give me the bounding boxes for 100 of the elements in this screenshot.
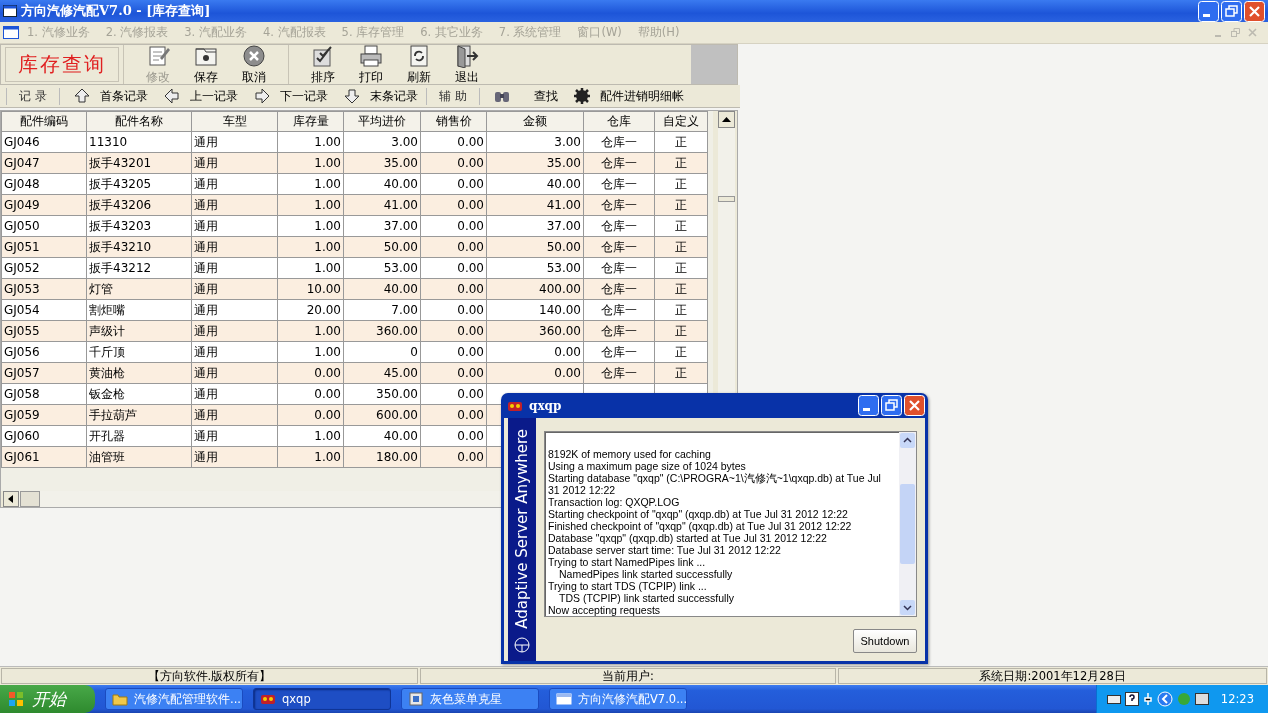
table-cell: 0.00 (457, 135, 484, 149)
scroll-up-icon[interactable] (718, 111, 735, 128)
table-cell: 仓库一 (601, 197, 637, 212)
table-cell: GJ048 (4, 177, 40, 191)
scroll-thumb[interactable] (718, 196, 735, 202)
gear-icon (573, 88, 590, 104)
table-cell: 通用 (194, 260, 218, 275)
taskbar-item[interactable]: qxqp (253, 688, 391, 710)
column-header[interactable]: 配件名称 (86, 111, 192, 132)
table-cell: 0.00 (457, 240, 484, 254)
scroll-up-icon[interactable] (899, 432, 916, 449)
table-cell: 1.00 (314, 177, 341, 191)
table-cell: 正 (675, 323, 687, 338)
table-cell: 通用 (194, 281, 218, 296)
edit-icon (146, 43, 170, 68)
table-cell: GJ051 (4, 240, 40, 254)
column-header[interactable]: 销售价 (420, 111, 487, 132)
table-cell: 1.00 (314, 429, 341, 443)
nav-button[interactable]: 末条记录 (335, 87, 426, 105)
table-cell: GJ054 (4, 303, 40, 317)
column-header[interactable]: 库存量 (277, 111, 344, 132)
table-cell: 0 (410, 345, 418, 359)
vertical-scrollbar[interactable] (899, 432, 916, 617)
minimize-icon[interactable] (858, 395, 879, 416)
table-cell: 正 (675, 302, 687, 317)
table-cell: 扳手43206 (89, 197, 152, 212)
toolbar-button[interactable]: 保存 (182, 45, 230, 84)
table-cell: 仓库一 (601, 344, 637, 359)
status-text: 【方向软件.版权所有】 (147, 668, 272, 684)
table-cell: 正 (675, 155, 687, 170)
scroll-thumb[interactable] (900, 484, 915, 565)
down-arrow-icon (343, 88, 360, 104)
table-cell: 0.00 (457, 303, 484, 317)
scroll-thumb[interactable] (20, 491, 40, 507)
plug-icon[interactable] (1142, 692, 1153, 706)
column-header[interactable]: 仓库 (583, 111, 655, 132)
log-line: Using a maximum page size of 1024 bytes (548, 460, 746, 472)
table-cell: GJ046 (4, 135, 40, 149)
nav-button[interactable]: 上一记录 (155, 87, 246, 105)
toolbar-button[interactable]: 打印 (347, 45, 395, 84)
table-cell: 40.00 (383, 282, 418, 296)
table-cell: 0.00 (457, 156, 484, 170)
minimize-icon[interactable] (1198, 0, 1219, 22)
table-cell: 仓库一 (601, 281, 637, 296)
table-cell: 仓库一 (601, 323, 637, 338)
scroll-left-icon[interactable] (3, 491, 19, 507)
column-header[interactable]: 配件编码 (1, 111, 87, 132)
table-cell: 通用 (194, 197, 218, 212)
taskbar-item[interactable]: 灰色菜单克星 (401, 688, 539, 710)
taskbar-item[interactable]: 方向汽修汽配V7.0... (549, 688, 687, 710)
column-header[interactable]: 车型 (191, 111, 278, 132)
form-title: 库存查询 (5, 47, 119, 82)
table-cell: 1.00 (314, 240, 341, 254)
table-cell: 600.00 (376, 408, 418, 422)
table-cell: 20.00 (306, 303, 341, 317)
restore-icon[interactable] (1221, 0, 1242, 22)
table-cell: 油管班 (89, 449, 125, 464)
right-arrow-icon (253, 88, 270, 104)
column-header[interactable]: 平均进价 (343, 111, 421, 132)
door-icon (455, 43, 479, 68)
table-cell: GJ049 (4, 198, 40, 212)
table-cell: 400.00 (539, 282, 581, 296)
toolbar-button[interactable]: 取消 (230, 45, 278, 84)
taskbar-item[interactable]: 汽修汽配管理软件... (105, 688, 243, 710)
table-cell: 35.00 (546, 156, 581, 170)
dialog-title: qxqp (529, 398, 563, 413)
log-line: Finished checkpoint of "qxqp" (qxqp.db) at Tue Jul 31 2012 12:22 (548, 520, 853, 532)
table-cell: 通用 (194, 323, 218, 338)
table-cell: GJ061 (4, 450, 40, 464)
toolbar-button[interactable]: 排序 (299, 45, 347, 84)
keyboard-icon[interactable] (1106, 693, 1121, 705)
scroll-down-icon[interactable] (899, 599, 916, 617)
toolbar-button[interactable]: 退出 (443, 45, 491, 84)
table-cell: 0.00 (314, 387, 341, 401)
document-icon (3, 26, 19, 39)
table-cell: 1.00 (314, 261, 341, 275)
log-line: NamedPipes link started successfully (558, 568, 734, 580)
nav-button[interactable]: 首条记录 (65, 87, 156, 105)
table-cell: 0.00 (314, 408, 341, 422)
table-cell: 0.00 (554, 345, 581, 359)
column-header[interactable]: 自定义 (654, 111, 708, 132)
table-cell: 140.00 (539, 303, 581, 317)
page-icon (407, 43, 431, 68)
shutdown-button[interactable]: Shutdown (853, 629, 917, 653)
column-header[interactable]: 金额 (486, 111, 584, 132)
table-cell: 灯管 (89, 281, 113, 296)
log-line: TDS (TCPIP) link started successfully (558, 592, 736, 604)
table-cell: 10.00 (306, 282, 341, 296)
help-icon[interactable] (1124, 692, 1139, 706)
start-button[interactable]: 开始 (0, 685, 95, 713)
ime-icon[interactable] (1194, 693, 1209, 705)
app-icon (408, 691, 424, 707)
nav-button[interactable]: 下一记录 (245, 87, 336, 105)
toolbar-button[interactable]: 刷新 (395, 45, 443, 84)
table-cell: 通用 (194, 449, 218, 464)
nav-button[interactable]: 配件进销明细帐 (565, 87, 692, 105)
table-cell: 通用 (194, 407, 218, 422)
nav-button[interactable]: 查找 (485, 87, 566, 105)
restore-icon[interactable] (881, 395, 902, 416)
up-arrow-icon (73, 88, 90, 104)
